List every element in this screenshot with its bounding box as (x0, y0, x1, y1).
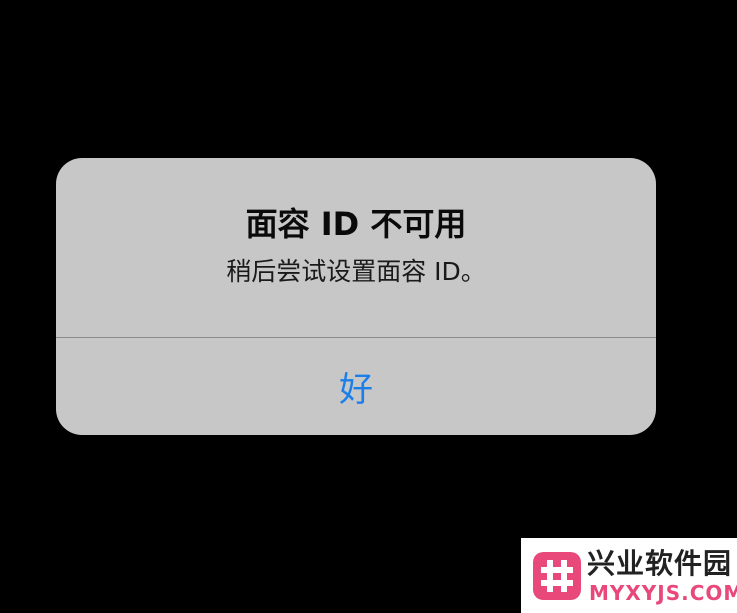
alert-message: 稍后尝试设置面容 ID。 (226, 257, 486, 286)
watermark-domain: MYXYJS.COM (589, 581, 737, 605)
watermark-name: 兴业软件园 (587, 547, 733, 580)
hash-icon (533, 552, 581, 600)
ok-button[interactable]: 好 (56, 338, 656, 435)
alert-title: 面容 ID 不可用 (245, 205, 467, 243)
watermark: 兴业软件园 MYXYJS.COM (521, 538, 737, 613)
alert-content: 面容 ID 不可用 稍后尝试设置面容 ID。 (56, 158, 656, 337)
alert-dialog: 面容 ID 不可用 稍后尝试设置面容 ID。 好 (56, 158, 656, 435)
